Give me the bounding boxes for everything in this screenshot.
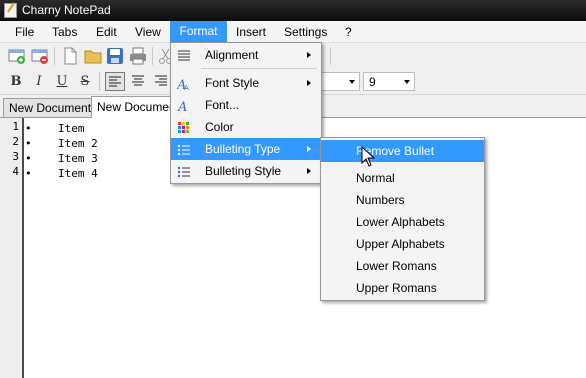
print-icon[interactable]	[129, 47, 147, 65]
open-folder-icon[interactable]	[84, 47, 102, 65]
menu-item-bulleting-type[interactable]: Bulleting Type	[171, 138, 321, 160]
toolbar-separator	[99, 72, 100, 91]
menu-settings[interactable]: Settings	[284, 24, 327, 40]
editor-line: Item 3	[58, 152, 98, 165]
format-menu: Alignment AA Font Style A Font... Color …	[170, 42, 322, 184]
submenu-item-label: Upper Alphabets	[356, 237, 445, 251]
submenu-arrow-icon	[307, 146, 311, 152]
menu-item-label: Font...	[205, 98, 240, 112]
window-title: Charny NotePad	[22, 3, 111, 17]
align-left-button[interactable]	[105, 72, 125, 91]
bold-button[interactable]: B	[6, 72, 26, 91]
submenu-item-label: Lower Alphabets	[356, 215, 445, 229]
submenu-item-label: Upper Romans	[356, 281, 437, 295]
menu-bar: File Tabs Edit View Format Insert Settin…	[0, 21, 586, 43]
menu-item-bulleting-style[interactable]: Bulleting Style	[171, 160, 321, 182]
italic-button[interactable]: I	[29, 72, 49, 91]
align-center-button[interactable]	[128, 72, 148, 91]
underline-button[interactable]: U	[52, 72, 72, 91]
submenu-item-normal[interactable]: Normal	[321, 167, 484, 189]
menu-view[interactable]: View	[135, 24, 161, 40]
submenu-item-upper-alphabets[interactable]: Upper Alphabets	[321, 233, 484, 255]
bullet-style-icon	[177, 164, 191, 178]
submenu-arrow-icon	[307, 168, 311, 174]
line-number: 4	[12, 165, 19, 178]
bulleting-type-submenu: Remove Bullet Normal Numbers Lower Alpha…	[320, 137, 485, 301]
bullet-glyph: •	[25, 137, 32, 150]
align-icon	[177, 48, 191, 62]
bullet-glyph: •	[25, 167, 32, 180]
menu-file[interactable]: File	[15, 24, 34, 40]
menu-item-label: Bulleting Style	[205, 164, 282, 178]
font-size-combo[interactable]: 9	[363, 72, 415, 91]
submenu-arrow-icon	[307, 52, 311, 58]
font-style-icon: AA	[176, 76, 191, 93]
toolbar-separator	[152, 47, 153, 65]
bullet-glyph: •	[25, 122, 32, 135]
menu-item-font-style[interactable]: AA Font Style	[171, 72, 321, 94]
menu-item-label: Color	[205, 120, 234, 134]
editor-line: Item 4	[58, 167, 98, 180]
new-file-icon[interactable]	[61, 47, 79, 65]
save-icon[interactable]	[106, 47, 124, 65]
bullet-glyph: •	[25, 152, 32, 165]
submenu-item-label: Normal	[356, 171, 395, 185]
svg-text:A: A	[177, 100, 187, 113]
line-number: 2	[12, 135, 19, 148]
color-icon	[177, 120, 191, 134]
submenu-item-lower-alphabets[interactable]: Lower Alphabets	[321, 211, 484, 233]
app-icon	[4, 3, 17, 18]
mouse-cursor-icon	[361, 145, 376, 168]
toolbar-separator	[330, 47, 331, 65]
line-number-gutter: 1 2 3 4	[0, 118, 24, 378]
menu-item-label: Alignment	[205, 48, 259, 62]
font-size-value: 9	[369, 75, 376, 89]
svg-text:A: A	[184, 85, 189, 91]
font-icon: A	[177, 98, 191, 115]
submenu-item-remove-bullet[interactable]: Remove Bullet	[321, 140, 484, 162]
title-bar: Charny NotePad	[0, 0, 586, 21]
submenu-item-label: Lower Romans	[356, 259, 437, 273]
new-tab-icon[interactable]	[8, 47, 26, 65]
submenu-arrow-icon	[307, 80, 311, 86]
submenu-item-label: Numbers	[356, 193, 405, 207]
editor-line: Item	[58, 122, 85, 135]
bullet-type-icon	[177, 142, 191, 156]
menu-tabs[interactable]: Tabs	[52, 24, 77, 40]
menu-separator	[201, 68, 317, 69]
strikethrough-button[interactable]: S	[75, 72, 95, 91]
line-number: 1	[12, 120, 19, 133]
submenu-item-lower-romans[interactable]: Lower Romans	[321, 255, 484, 277]
menu-format[interactable]: Format	[170, 21, 227, 42]
toolbar-separator	[54, 47, 55, 65]
menu-item-color[interactable]: Color	[171, 116, 321, 138]
menu-insert[interactable]: Insert	[236, 24, 266, 40]
chevron-down-icon	[349, 80, 355, 84]
submenu-item-numbers[interactable]: Numbers	[321, 189, 484, 211]
tab-new-document-modified[interactable]: New Document*	[3, 98, 102, 117]
submenu-item-upper-romans[interactable]: Upper Romans	[321, 277, 484, 299]
menu-edit[interactable]: Edit	[96, 24, 117, 40]
line-number: 3	[12, 150, 19, 163]
menu-item-label: Bulleting Type	[205, 142, 281, 156]
menu-item-alignment[interactable]: Alignment	[171, 44, 321, 66]
menu-help[interactable]: ?	[345, 24, 352, 40]
align-right-button[interactable]	[151, 72, 171, 91]
chevron-down-icon	[404, 80, 410, 84]
menu-item-label: Font Style	[205, 76, 260, 90]
menu-item-font[interactable]: A Font...	[171, 94, 321, 116]
close-tab-icon[interactable]	[31, 47, 49, 65]
editor-line: Item 2	[58, 137, 98, 150]
